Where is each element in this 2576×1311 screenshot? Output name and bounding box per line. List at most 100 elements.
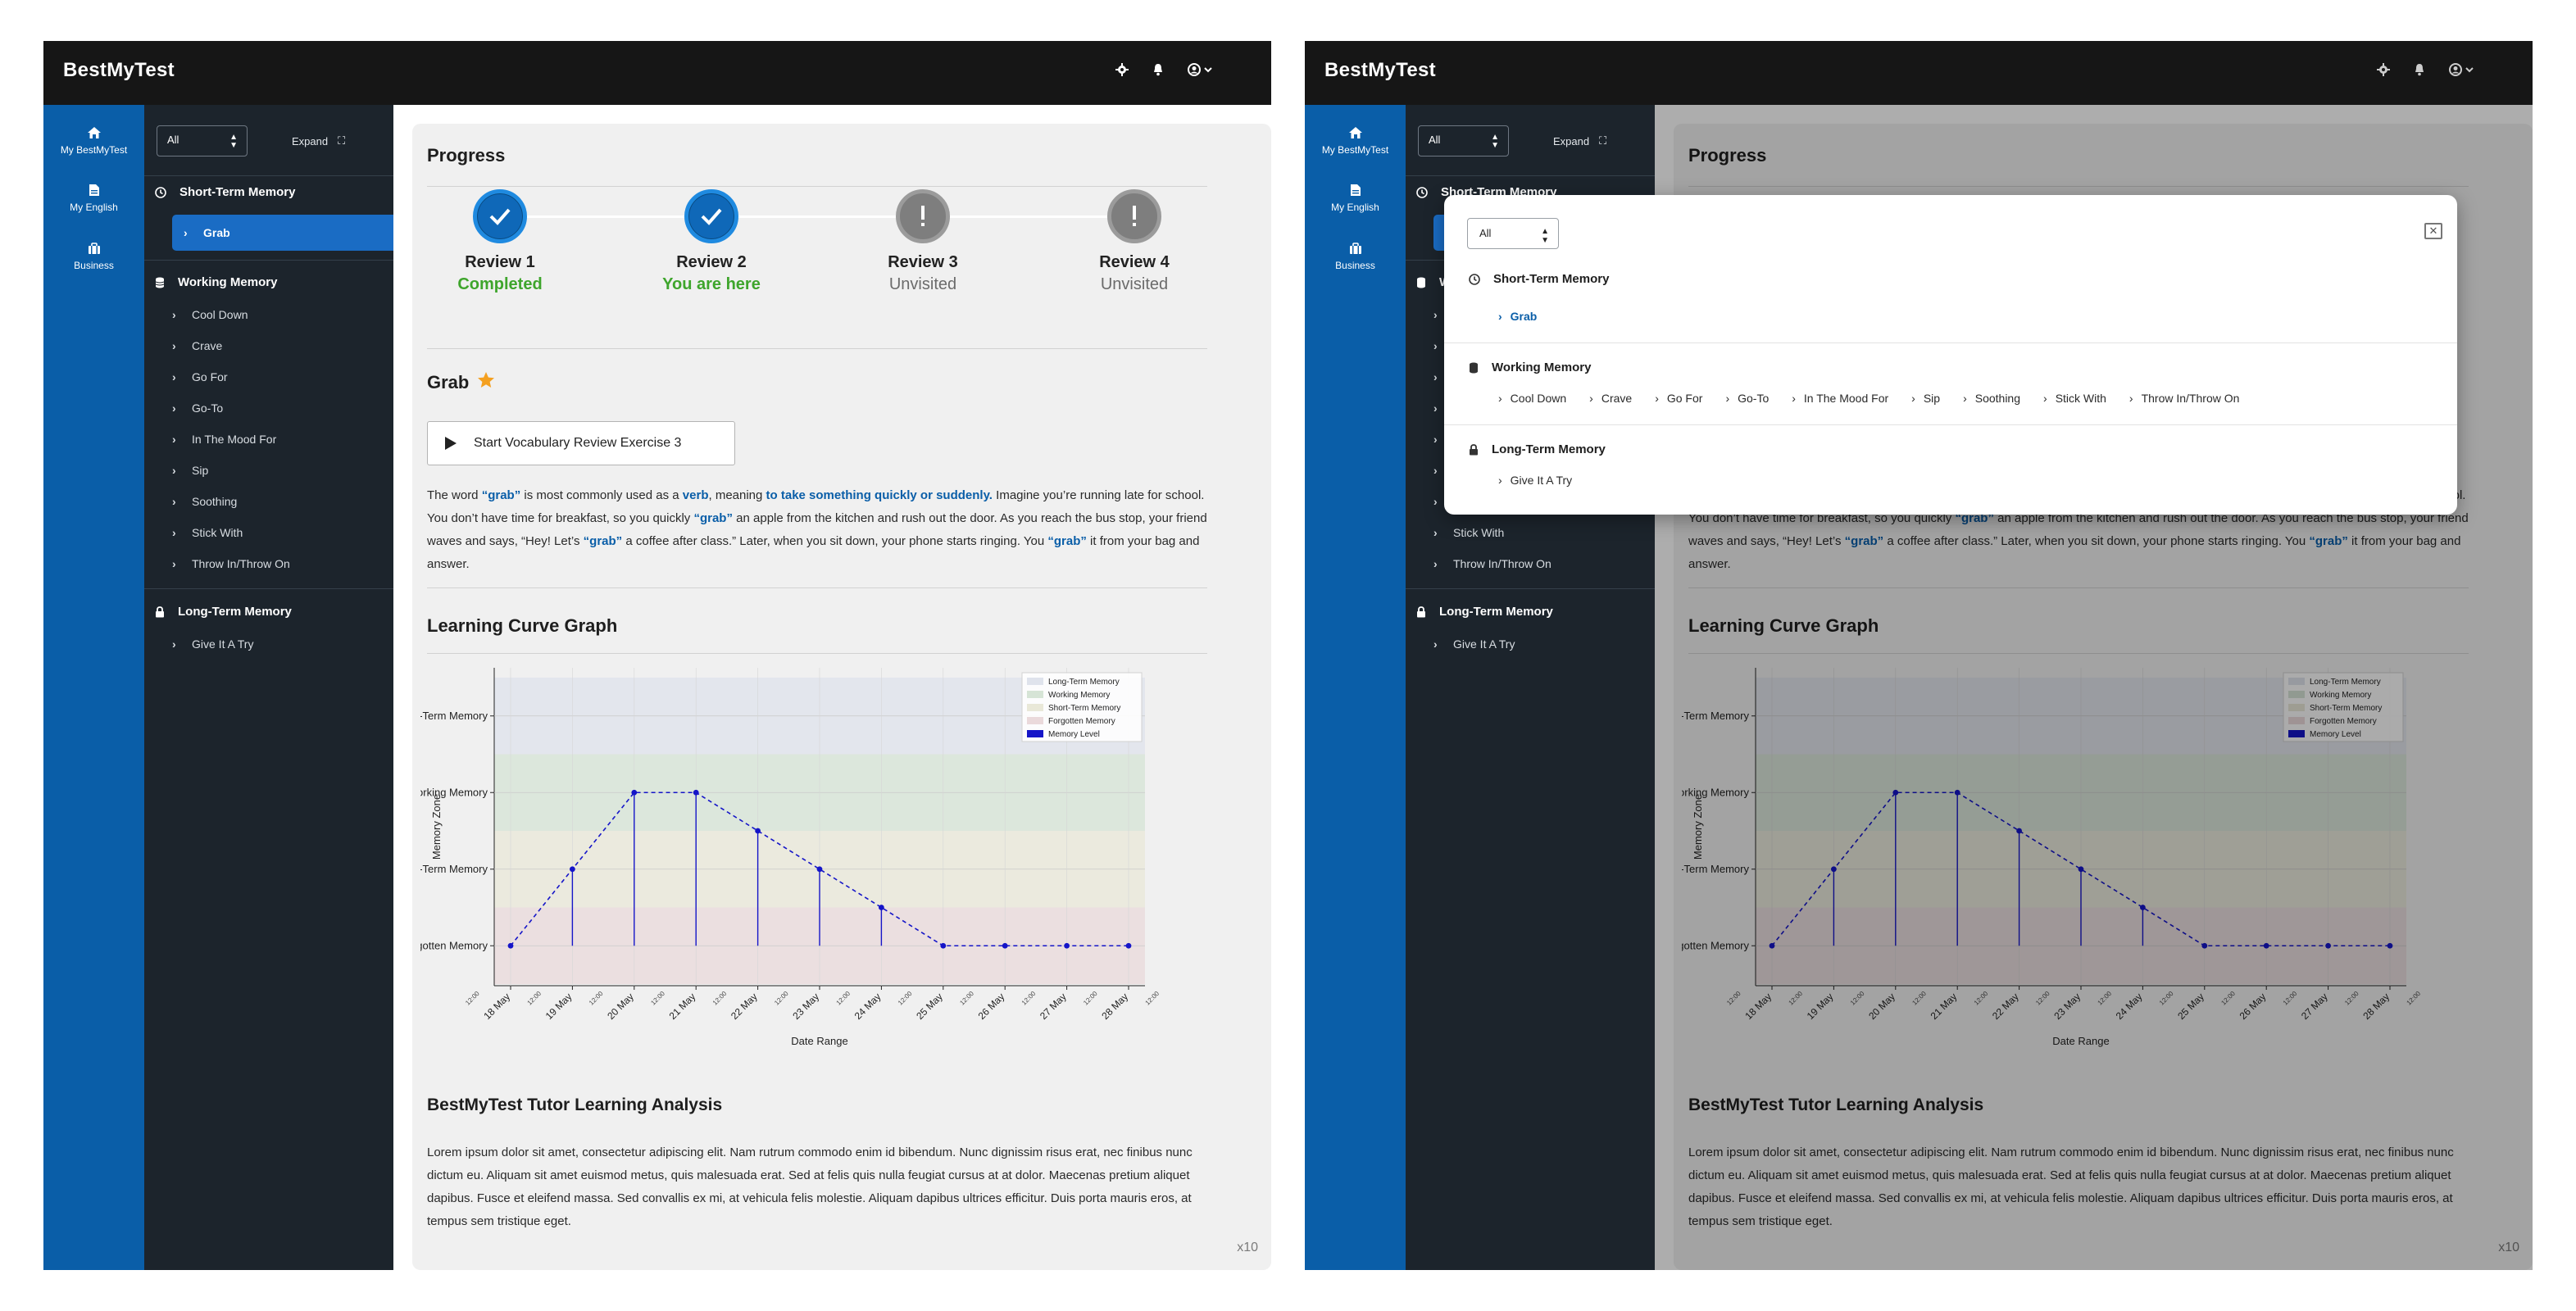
sidebar-item-throw-in-throw-on[interactable]: › Throw In/Throw On [172, 554, 290, 574]
modal-item-cool-down[interactable]: › Cool Down [1498, 392, 1566, 405]
lock-icon [1417, 606, 1425, 617]
sidebar-item-soothing[interactable]: ›Soothing [172, 492, 237, 511]
chevron-right-icon: › [1589, 392, 1593, 405]
close-button[interactable]: ✕ [2424, 223, 2442, 239]
sidebar-item-in-the-mood-for[interactable]: ›In The Mood For [172, 429, 276, 449]
user-menu[interactable] [2449, 63, 2474, 76]
nav-my-bestmytest[interactable]: My BestMyTest [43, 126, 144, 156]
modal-row-long-term: › Give It A Try [1498, 474, 1572, 487]
nav-my-english[interactable]: My English [1305, 184, 1406, 213]
divider [144, 260, 393, 261]
sidebar-item-sip[interactable]: ›Sip [172, 460, 208, 480]
graph-title: Learning Curve Graph [427, 615, 618, 636]
sidebar-item-stick-with[interactable]: › Stick With [172, 523, 243, 542]
x-minor-tick-label: 12:00 [649, 990, 666, 1007]
learning-curve-chart: Forgotten Memory Short-Term Memory Working… [420, 668, 1161, 1047]
divider [427, 348, 1207, 349]
expand-button[interactable]: Expand ⛶ [1553, 134, 1606, 147]
content-card: Progress Review 1 Completed Review 2 You… [412, 124, 1271, 1270]
legend-swatch [1027, 691, 1043, 698]
exclamation-icon [896, 189, 950, 243]
bell-icon[interactable] [2413, 63, 2426, 76]
modal-item-grab[interactable]: › Grab [1498, 310, 1537, 323]
gear-icon[interactable] [2377, 63, 2390, 76]
modal-item-soothing[interactable]: › Soothing [1963, 392, 2020, 405]
step-title: Review 4 [1099, 253, 1170, 271]
sidebar-item-stick-with[interactable]: › Stick With [1433, 523, 1504, 542]
start-exercise-button[interactable]: Start Vocabulary Review Exercise 3 [427, 421, 735, 465]
modal-item-go-for[interactable]: › Go For [1655, 392, 1702, 405]
database-icon [155, 277, 165, 288]
lock-icon [1470, 443, 1478, 455]
modal-filter-select[interactable]: All ▲ ▼ [1467, 218, 1559, 249]
progress-step-3[interactable]: Review 3 Unvisited [849, 189, 997, 294]
modal-section-long-term-memory[interactable]: Long-Term Memory [1469, 442, 1606, 456]
progress-step-4[interactable]: Review 4 Unvisited [1061, 189, 1208, 294]
nav-rail: My BestMyTest My English Business [43, 105, 144, 1270]
gear-icon[interactable] [1115, 63, 1129, 76]
modal-item-give-it-a-try[interactable]: › Give It A Try [1498, 474, 1572, 487]
modal-item-sip[interactable]: › Sip [1911, 392, 1940, 405]
nav-business[interactable]: Business [43, 243, 144, 271]
modal-item-throw-in-throw-on[interactable]: › Throw In/Throw On [2129, 392, 2240, 405]
sidebar-item-go-for[interactable]: ›Go For [172, 367, 228, 387]
data-point [570, 866, 575, 873]
star-icon[interactable] [477, 371, 495, 394]
data-point [940, 942, 947, 949]
chevron-right-icon: › [172, 339, 176, 352]
modal-item-go-to[interactable]: › Go-To [1725, 392, 1769, 405]
close-icon: ✕ [2428, 225, 2438, 237]
top-bar: BestMyTest [1305, 41, 2533, 105]
bell-icon[interactable] [1152, 63, 1165, 76]
modal-section-short-term-memory[interactable]: Short-Term Memory [1469, 272, 1609, 286]
sidebar-item-give-it-a-try[interactable]: › Give It A Try [1433, 634, 1515, 654]
sidebar-item-grab[interactable]: ›Grab [172, 215, 393, 251]
nav-my-bestmytest[interactable]: My BestMyTest [1305, 126, 1406, 156]
clock-icon [1469, 273, 1480, 285]
analysis-text: Lorem ipsum dolor sit amet, consectetur … [427, 1145, 1193, 1228]
step-title: Review 1 [465, 253, 535, 271]
section-short-term-memory[interactable]: Short-Term Memory [155, 185, 295, 199]
chevron-right-icon: › [1498, 310, 1502, 323]
word-description: The word “grab” is most commonly used as… [427, 488, 1207, 571]
chevron-right-icon: › [172, 495, 176, 508]
nav-business[interactable]: Business [1305, 243, 1406, 271]
brand-logo[interactable]: BestMyTest [1324, 59, 1436, 82]
home-icon [87, 127, 101, 138]
x-tick-label: 27 May [1038, 991, 1069, 1022]
chevron-right-icon: › [1498, 474, 1502, 487]
sidebar-item-throw-in-throw-on[interactable]: › Throw In/Throw On [1433, 554, 1552, 574]
main-content: Progress Review 1 Completed Review 2 You… [393, 105, 1271, 1270]
sidebar-item-go-to[interactable]: ›Go-To [172, 398, 223, 418]
section-long-term-memory[interactable]: Long-Term Memory [1416, 605, 1553, 619]
legend-label: Forgotten Memory [1048, 717, 1115, 726]
progress-step-2[interactable]: Review 2 You are here [638, 189, 785, 294]
filter-select[interactable]: All ▲ ▼ [157, 125, 248, 157]
modal-section-working-memory[interactable]: Working Memory [1469, 361, 1591, 374]
data-point [879, 905, 884, 910]
modal-item-crave[interactable]: › Crave [1589, 392, 1632, 405]
sidebar-item-cool-down[interactable]: ›Cool Down [172, 305, 248, 324]
progress-title: Progress [427, 145, 506, 166]
divider [1444, 424, 2457, 425]
x-minor-tick-label: 12:00 [464, 990, 481, 1007]
x-minor-tick-label: 12:00 [711, 990, 729, 1007]
section-long-term-memory[interactable]: Long-Term Memory [155, 605, 292, 619]
section-working-memory[interactable]: Working Memory [155, 275, 277, 289]
legend-swatch [1027, 730, 1043, 737]
x-tick-label: 18 May [481, 991, 512, 1022]
data-point [693, 789, 699, 796]
sidebar-item-crave[interactable]: ›Crave [172, 336, 222, 356]
sidebar-item-give-it-a-try[interactable]: › Give It A Try [172, 634, 253, 654]
chevron-right-icon: › [184, 226, 188, 239]
filter-select[interactable]: All ▲ ▼ [1418, 125, 1509, 157]
chevron-right-icon: › [1433, 464, 1438, 477]
sidebar: All▲▼ Expand⛶ Short-Term Memory ›Grab Wo… [144, 105, 393, 1270]
user-menu[interactable] [1188, 63, 1212, 76]
modal-item-in-the-mood-for[interactable]: › In The Mood For [1792, 392, 1888, 405]
brand-logo[interactable]: BestMyTest [63, 59, 175, 82]
modal-item-stick-with[interactable]: › Stick With [2043, 392, 2106, 405]
expand-button[interactable]: Expand ⛶ [292, 134, 345, 147]
progress-step-1[interactable]: Review 1 Completed [426, 189, 574, 294]
nav-my-english[interactable]: My English [43, 184, 144, 213]
